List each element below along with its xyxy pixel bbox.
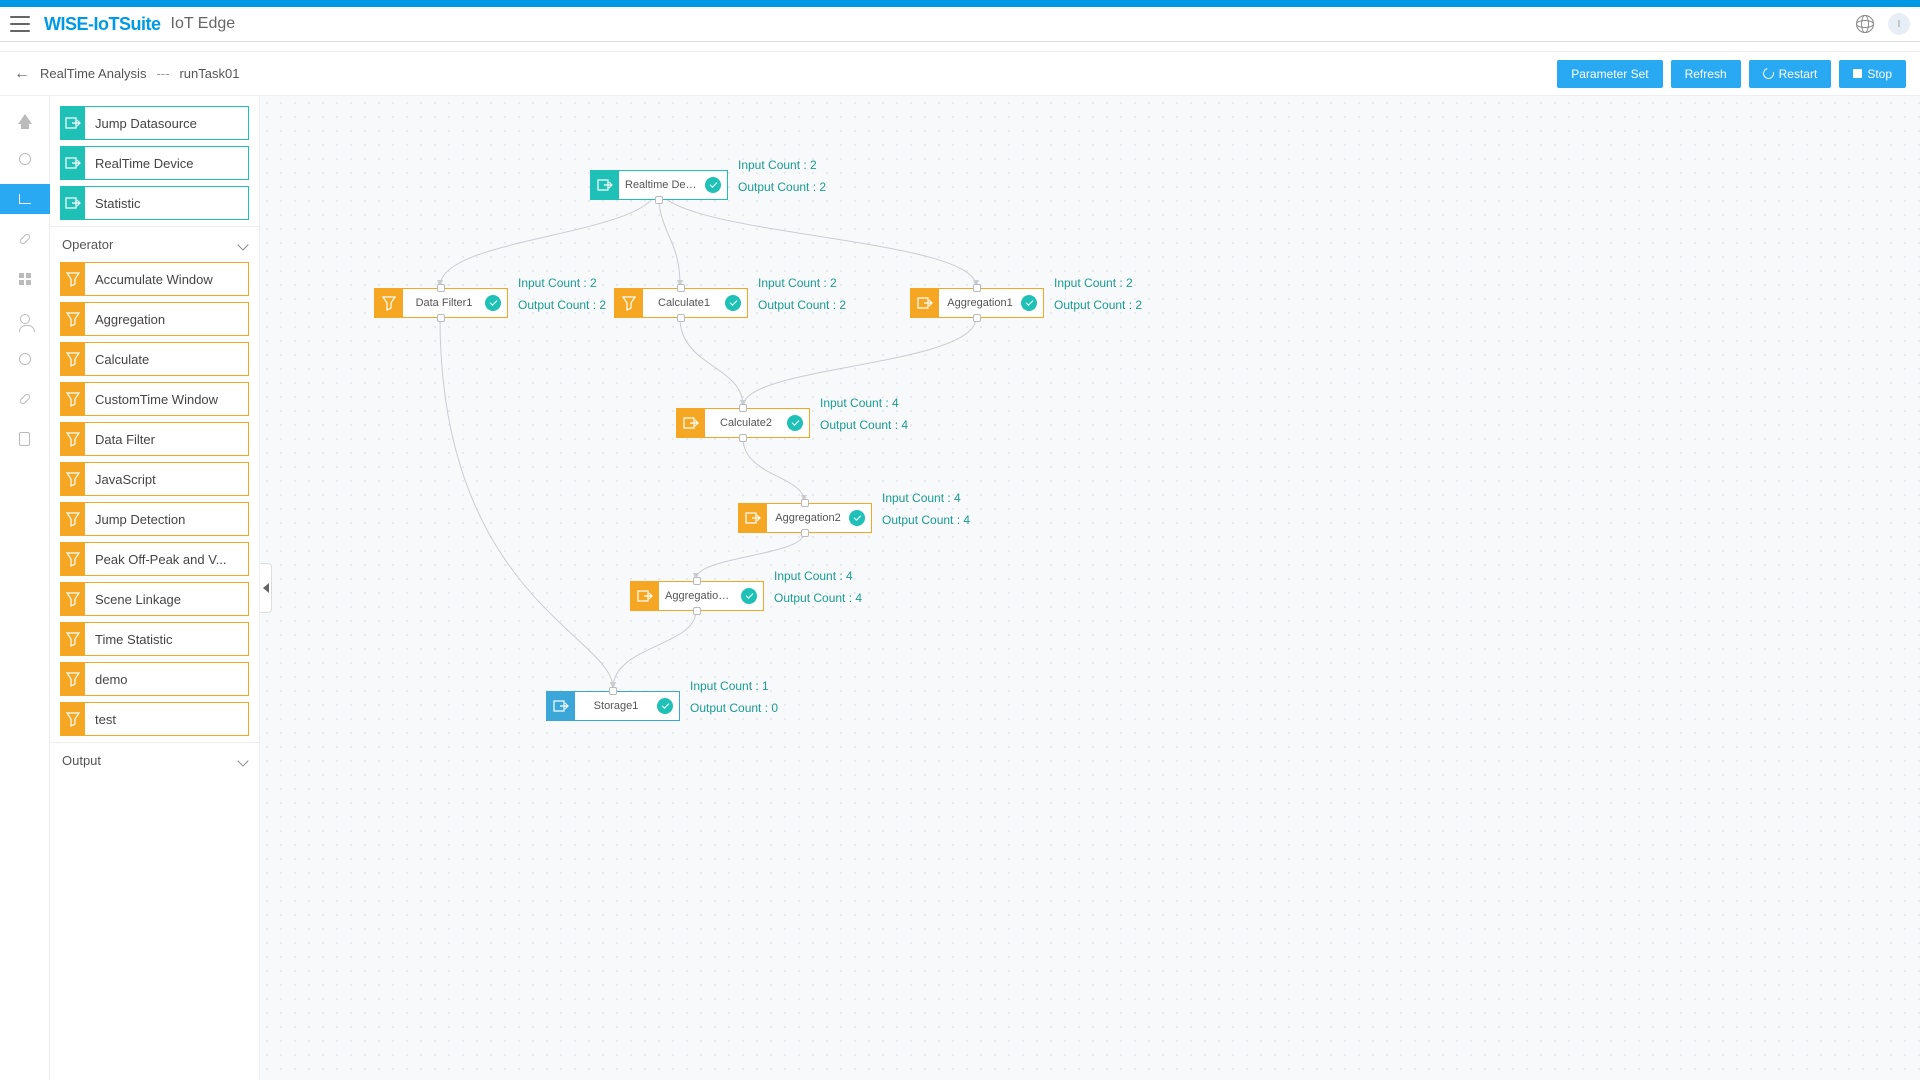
palette-operator-item[interactable]: Accumulate Window [60, 262, 249, 296]
menu-toggle[interactable] [10, 14, 30, 34]
filter-icon [61, 663, 85, 695]
user-icon [20, 314, 30, 324]
grid-icon [19, 273, 31, 285]
node-realtime-device[interactable]: Realtime Device1 [590, 170, 728, 200]
status-ok-icon [725, 295, 741, 311]
stop-icon [1853, 69, 1862, 78]
restart-icon [1761, 66, 1776, 81]
nav-link[interactable] [0, 224, 50, 254]
status-ok-icon [1021, 295, 1037, 311]
breadcrumb-section[interactable]: RealTime Analysis [40, 66, 146, 81]
chevron-down-icon [237, 239, 248, 250]
status-ok-icon [741, 588, 757, 604]
app-header: WISE-IoTSuite IoT Edge I [0, 7, 1920, 42]
filter-icon [61, 543, 85, 575]
palette-operator-item[interactable]: demo [60, 662, 249, 696]
filter-icon [61, 463, 85, 495]
source-icon [631, 582, 659, 610]
restart-button[interactable]: Restart [1749, 60, 1832, 88]
parameter-set-button[interactable]: Parameter Set [1557, 60, 1662, 88]
filter-icon [61, 263, 85, 295]
back-button[interactable]: ← [14, 65, 30, 83]
status-ok-icon [657, 698, 673, 714]
status-ok-icon [485, 295, 501, 311]
nav-doc[interactable] [0, 424, 50, 454]
filter-icon [61, 383, 85, 415]
palette-operator-item[interactable]: Jump Detection [60, 502, 249, 536]
filter-icon [61, 583, 85, 615]
source-icon [61, 107, 85, 139]
nav-config[interactable] [0, 344, 50, 374]
palette-operator-item[interactable]: Time Statistic [60, 622, 249, 656]
operator-section-header[interactable]: Operator [50, 226, 259, 262]
nav-settings[interactable] [0, 144, 50, 174]
node-storage[interactable]: Storage1 [546, 691, 680, 721]
palette-source-item[interactable]: Jump Datasource [60, 106, 249, 140]
refresh-button[interactable]: Refresh [1671, 60, 1741, 88]
breadcrumb-task: runTask01 [179, 66, 239, 81]
palette-operator-item[interactable]: Scene Linkage [60, 582, 249, 616]
output-icon [547, 692, 575, 720]
filter-icon [375, 289, 403, 317]
status-ok-icon [849, 510, 865, 526]
source-icon [677, 409, 705, 437]
source-icon [61, 147, 85, 179]
filter-icon [61, 423, 85, 455]
filter-icon [61, 703, 85, 735]
palette-operator-item[interactable]: test [60, 702, 249, 736]
node-data-filter[interactable]: Data Filter1 [374, 288, 508, 318]
output-section-header[interactable]: Output [50, 742, 259, 778]
gear-icon [19, 153, 31, 165]
source-icon [739, 504, 767, 532]
status-ok-icon [787, 415, 803, 431]
palette-operator-item[interactable]: Calculate [60, 342, 249, 376]
nav-home[interactable] [0, 104, 50, 134]
nav-grid[interactable] [0, 264, 50, 294]
palette-collapse-button[interactable] [260, 563, 272, 613]
source-icon [911, 289, 939, 317]
filter-icon [61, 343, 85, 375]
link-icon [18, 233, 31, 246]
filter-icon [61, 503, 85, 535]
language-icon[interactable] [1856, 15, 1874, 33]
chevron-down-icon [237, 755, 248, 766]
palette-source-item[interactable]: RealTime Device [60, 146, 249, 180]
nav-user[interactable] [0, 304, 50, 334]
status-ok-icon [705, 177, 721, 193]
source-icon [591, 171, 619, 199]
node-aggregation2[interactable]: Aggregation2 [738, 503, 872, 533]
palette-operator-item[interactable]: Aggregation [60, 302, 249, 336]
filter-icon [615, 289, 643, 317]
product-name: IoT Edge [171, 15, 236, 33]
node-aggregation1[interactable]: Aggregation1 [910, 288, 1044, 318]
side-nav [0, 96, 50, 1080]
link-icon [18, 393, 31, 406]
doc-icon [19, 432, 30, 446]
node-aggregation3[interactable]: Aggregation3-mo... [630, 581, 764, 611]
node-palette: Jump DatasourceRealTime DeviceStatistic … [50, 96, 260, 1080]
palette-operator-item[interactable]: Data Filter [60, 422, 249, 456]
palette-operator-item[interactable]: CustomTime Window [60, 382, 249, 416]
node-calculate2[interactable]: Calculate2 [676, 408, 810, 438]
nav-link2[interactable] [0, 384, 50, 414]
source-icon [61, 187, 85, 219]
user-avatar[interactable]: I [1888, 13, 1910, 35]
nav-analysis[interactable] [0, 184, 50, 214]
chart-icon [19, 194, 31, 204]
home-icon [18, 114, 32, 124]
palette-source-item[interactable]: Statistic [60, 186, 249, 220]
flow-canvas[interactable]: Realtime Device1 Input Count : 2Output C… [260, 96, 1920, 1080]
node-calculate1[interactable]: Calculate1 [614, 288, 748, 318]
gear-icon [19, 353, 31, 365]
palette-operator-item[interactable]: Peak Off-Peak and V... [60, 542, 249, 576]
filter-icon [61, 623, 85, 655]
palette-operator-item[interactable]: JavaScript [60, 462, 249, 496]
brand-logo: WISE-IoTSuite [44, 14, 161, 35]
filter-icon [61, 303, 85, 335]
stop-button[interactable]: Stop [1839, 60, 1906, 88]
toolbar: ← RealTime Analysis --- runTask01 Parame… [0, 52, 1920, 96]
